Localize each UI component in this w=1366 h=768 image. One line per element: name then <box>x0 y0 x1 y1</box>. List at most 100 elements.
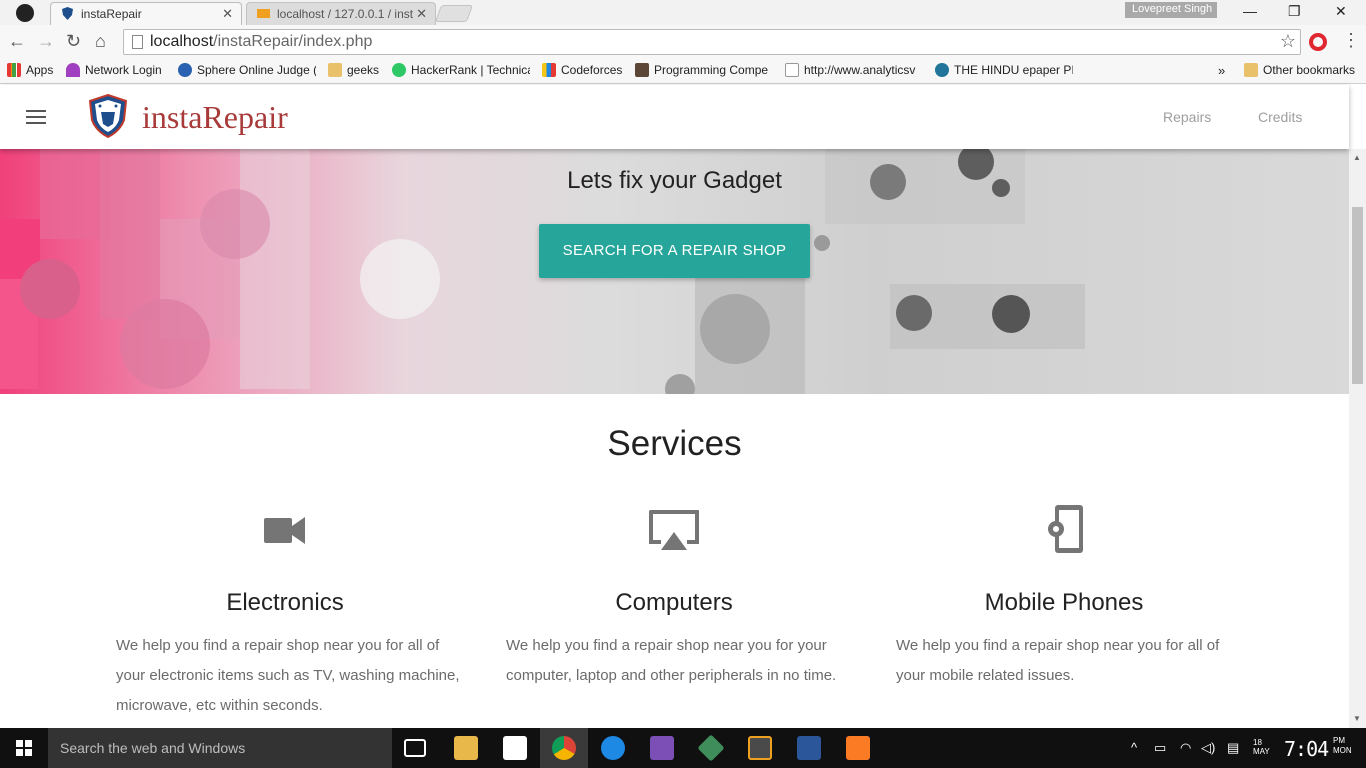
bookmark-analytics[interactable]: http://www.analyticsv <box>785 63 923 77</box>
hackerrank-icon <box>392 63 406 77</box>
bookmark-apps[interactable]: Apps <box>7 63 53 77</box>
hero-decor <box>992 295 1030 333</box>
tab-title: localhost / 127.0.0.1 / inst <box>277 7 414 21</box>
restore-icon[interactable]: ❐ <box>1288 3 1301 20</box>
service-description: We help you find a repair shop near you … <box>506 637 837 684</box>
hero-decor <box>700 294 770 364</box>
bookmark-programming[interactable]: Programming Compe <box>635 63 773 77</box>
tab-instarepair[interactable]: instaRepair ✕ <box>50 2 242 25</box>
bookmark-network-login[interactable]: Network Login <box>66 63 162 77</box>
nav-credits-link[interactable]: Credits <box>1258 109 1302 125</box>
hero-decor <box>200 189 270 259</box>
windows-taskbar: Search the web and Windows ^ ▭ ◠ ◁) ▤ 18… <box>0 728 1366 768</box>
hero-decor <box>20 259 80 319</box>
taskbar-search-box[interactable]: Search the web and Windows <box>48 728 392 768</box>
minimize-icon[interactable]: — <box>1243 3 1257 19</box>
show-hidden-icons[interactable]: ^ <box>1131 740 1137 755</box>
store-icon[interactable] <box>503 736 527 760</box>
page-scrollbar[interactable]: ▲ ▼ <box>1349 149 1366 728</box>
codechef-icon <box>635 63 649 77</box>
tab-title: instaRepair <box>81 7 142 21</box>
url-path: /instaRepair/index.php <box>213 33 373 50</box>
apps-grid-icon <box>7 63 21 77</box>
git-icon[interactable] <box>697 734 725 762</box>
shield-favicon-icon <box>62 7 73 20</box>
home-icon[interactable]: ⌂ <box>95 31 106 52</box>
phone-settings-icon <box>1048 505 1083 553</box>
browser-tab-strip: instaRepair ✕ localhost / 127.0.0.1 / in… <box>0 0 1366 25</box>
folder-icon <box>328 63 342 77</box>
browser-toolbar: ← → ↻ ⌂ localhost/instaRepair/index.php … <box>0 25 1366 59</box>
brand-name[interactable]: instaRepair <box>142 99 288 136</box>
bookmark-spoj[interactable]: Sphere Online Judge ( <box>178 63 316 77</box>
hero-decor <box>360 239 440 319</box>
date-label[interactable]: 18 MAY <box>1253 738 1273 756</box>
codeforces-icon <box>542 63 556 77</box>
bookmarks-overflow[interactable]: » <box>1218 63 1225 78</box>
bookmarks-bar: Apps Network Login Sphere Online Judge (… <box>0 59 1366 84</box>
page-icon <box>132 35 143 49</box>
clock-ampm[interactable]: PM MON <box>1333 736 1352 756</box>
address-bar[interactable]: localhost/instaRepair/index.php ☆ <box>123 29 1301 55</box>
service-title: Mobile Phones <box>984 589 1144 616</box>
task-view-icon[interactable] <box>404 739 426 757</box>
bookmark-codeforces[interactable]: Codeforces <box>542 63 622 77</box>
word-icon[interactable] <box>797 736 821 760</box>
profile-name[interactable]: Lovepreet Singh <box>1125 2 1217 18</box>
reload-icon[interactable]: ↻ <box>66 31 81 52</box>
forward-icon[interactable]: → <box>37 31 55 52</box>
nav-repairs-link[interactable]: Repairs <box>1163 109 1211 125</box>
hero-banner: Lets fix your Gadget SEARCH FOR A REPAIR… <box>0 149 1349 394</box>
new-tab-button[interactable] <box>434 5 474 22</box>
github-icon[interactable] <box>16 4 34 22</box>
hero-title: Lets fix your Gadget <box>567 167 782 194</box>
hero-decor <box>665 374 695 394</box>
chart-line-icon <box>785 63 799 77</box>
phpmyadmin-icon <box>257 9 270 18</box>
hero-decor <box>120 299 210 389</box>
battery-icon[interactable]: ▭ <box>1154 740 1166 756</box>
close-tab-icon[interactable]: ✕ <box>416 6 427 22</box>
url-host: localhost <box>150 33 214 50</box>
search-repair-shop-button[interactable]: SEARCH FOR A REPAIR SHOP <box>539 224 810 278</box>
service-title: Electronics <box>226 589 344 616</box>
sublime-text-icon[interactable] <box>748 736 772 760</box>
bookmark-hindu[interactable]: THE HINDU epaper PI <box>935 63 1073 77</box>
menu-icon[interactable] <box>26 110 46 124</box>
chrome-menu-icon[interactable]: ⋮ <box>1342 30 1360 51</box>
spoj-icon <box>178 63 192 77</box>
umbrella-icon <box>66 63 80 77</box>
file-explorer-icon[interactable] <box>454 736 478 760</box>
bookmark-geeks[interactable]: geeks <box>328 63 379 77</box>
shield-logo-icon[interactable] <box>86 94 130 138</box>
service-description: We help you find a repair shop near you … <box>896 637 1220 684</box>
airplay-icon <box>649 510 699 550</box>
folder-icon <box>1244 63 1258 77</box>
tab-phpmyadmin[interactable]: localhost / 127.0.0.1 / inst ✕ <box>246 2 436 25</box>
wifi-icon[interactable]: ◠ <box>1180 740 1191 756</box>
hero-decor <box>896 295 932 331</box>
services-heading: Services <box>607 424 742 463</box>
action-center-icon[interactable]: ▤ <box>1227 740 1239 756</box>
windows-start-icon[interactable] <box>16 740 32 756</box>
visual-studio-icon[interactable] <box>650 736 674 760</box>
close-tab-icon[interactable]: ✕ <box>222 6 233 22</box>
scroll-thumb[interactable] <box>1352 207 1363 384</box>
volume-icon[interactable]: ◁) <box>1201 740 1215 756</box>
bookmark-hackerrank[interactable]: HackerRank | Technica <box>392 63 530 77</box>
bookmark-other[interactable]: Other bookmarks <box>1244 63 1355 77</box>
scroll-down-icon[interactable]: ▼ <box>1353 714 1361 723</box>
scroll-up-icon[interactable]: ▲ <box>1353 153 1361 162</box>
opera-extension-icon[interactable] <box>1309 33 1327 51</box>
bookmark-star-icon[interactable]: ☆ <box>1280 31 1296 52</box>
xampp-icon[interactable] <box>846 736 870 760</box>
back-icon[interactable]: ← <box>8 31 26 52</box>
wordpress-icon <box>935 63 949 77</box>
close-window-icon[interactable]: ✕ <box>1335 3 1347 20</box>
edge-icon[interactable] <box>601 736 625 760</box>
service-description: We help you find a repair shop near you … <box>116 637 460 714</box>
clock-time[interactable]: 7:04 <box>1284 737 1329 761</box>
chrome-icon[interactable] <box>552 736 576 760</box>
hero-decor <box>814 235 830 251</box>
service-title: Computers <box>615 589 733 616</box>
